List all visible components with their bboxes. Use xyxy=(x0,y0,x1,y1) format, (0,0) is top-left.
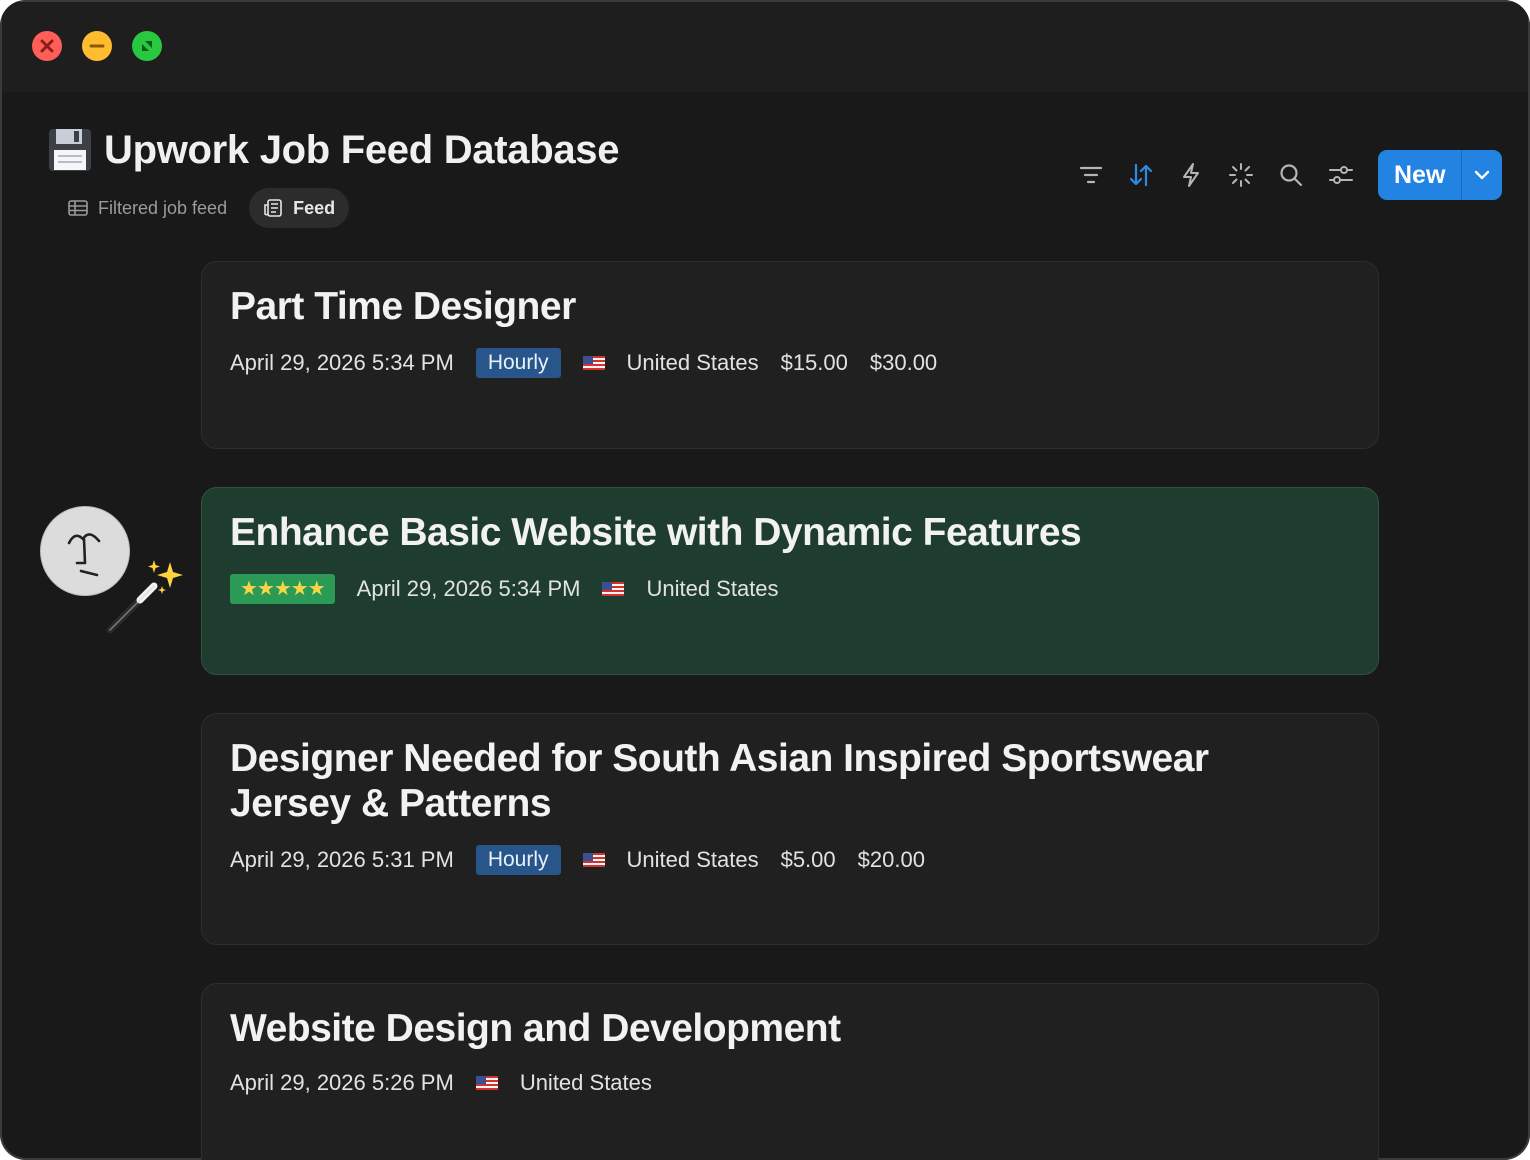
job-meta: April 29, 2026 5:31 PM Hourly United Sta… xyxy=(230,845,947,875)
floppy-disk-icon xyxy=(49,129,91,171)
job-date: April 29, 2026 5:31 PM xyxy=(230,847,454,872)
tab-filtered-job-feed[interactable]: Filtered job feed xyxy=(54,188,241,228)
ai-button[interactable] xyxy=(1216,150,1266,200)
job-rate-min: $5.00 xyxy=(780,847,836,872)
job-country: United States xyxy=(519,1070,652,1095)
app-window: Upwork Job Feed Database Filtered job fe… xyxy=(0,0,1530,1160)
minimize-window-button[interactable] xyxy=(82,31,112,61)
job-card[interactable]: Part Time Designer April 29, 2026 5:34 P… xyxy=(201,261,1379,449)
job-title: Designer Needed for South Asian Inspired… xyxy=(230,737,1209,825)
job-meta: April 29, 2026 5:34 PM Hourly United Sta… xyxy=(230,348,959,378)
us-flag-icon xyxy=(475,1076,498,1090)
job-card[interactable]: Enhance Basic Website with Dynamic Featu… xyxy=(201,487,1379,675)
fullscreen-icon xyxy=(142,41,152,51)
job-card[interactable]: Website Design and Development April 29,… xyxy=(201,983,1379,1160)
rating-badge: ★★★★★ xyxy=(230,574,335,604)
job-title: Part Time Designer xyxy=(230,285,576,328)
job-type-badge: Hourly xyxy=(475,845,561,875)
close-window-button[interactable] xyxy=(32,31,62,61)
job-country: United States xyxy=(626,350,759,375)
us-flag-icon xyxy=(582,853,605,867)
sort-button[interactable] xyxy=(1116,150,1166,200)
job-rate-max: $20.00 xyxy=(857,847,925,872)
filter-button[interactable] xyxy=(1066,150,1116,200)
title-bar xyxy=(2,2,1528,92)
view-toolbar: New xyxy=(1066,150,1503,200)
us-flag-icon xyxy=(602,582,625,596)
table-icon xyxy=(68,200,88,216)
search-button[interactable] xyxy=(1266,150,1316,200)
job-date: April 29, 2026 5:34 PM xyxy=(356,576,581,601)
page-header: Upwork Job Feed Database xyxy=(46,120,619,180)
new-button[interactable]: New xyxy=(1378,150,1463,200)
job-date: April 29, 2026 5:34 PM xyxy=(230,350,454,375)
automations-button[interactable] xyxy=(1166,150,1216,200)
job-type-badge: Hourly xyxy=(475,348,561,378)
sort-icon xyxy=(1129,163,1153,187)
page-title: Upwork Job Feed Database xyxy=(104,127,620,172)
close-icon xyxy=(40,39,54,53)
lightning-icon xyxy=(1183,163,1199,187)
job-title: Website Design and Development xyxy=(230,1007,841,1050)
view-settings-button[interactable] xyxy=(1316,150,1366,200)
job-meta: ★★★★★ April 29, 2026 5:34 PM United Stat… xyxy=(230,574,801,604)
job-title: Enhance Basic Website with Dynamic Featu… xyxy=(230,511,1082,554)
tab-feed[interactable]: Feed xyxy=(249,188,350,228)
us-flag-icon xyxy=(582,356,605,370)
job-country: United States xyxy=(626,847,759,872)
tab-label: Filtered job feed xyxy=(98,197,228,218)
view-tabs: Filtered job feed Feed xyxy=(54,188,350,228)
filter-icon xyxy=(1079,166,1103,184)
magic-wand-icon xyxy=(106,560,183,634)
new-button-group: New xyxy=(1378,150,1503,200)
feed-icon xyxy=(264,199,282,217)
sparkle-icon xyxy=(1229,163,1253,187)
sliders-icon xyxy=(1329,166,1353,184)
zoom-window-button[interactable] xyxy=(132,31,162,61)
new-dropdown-button[interactable] xyxy=(1462,150,1502,200)
job-card[interactable]: Designer Needed for South Asian Inspired… xyxy=(201,713,1379,945)
job-country: United States xyxy=(646,576,779,601)
job-rate-min: $15.00 xyxy=(780,350,848,375)
job-date: April 29, 2026 5:26 PM xyxy=(230,1070,454,1095)
search-icon xyxy=(1280,164,1303,187)
job-rate-max: $30.00 xyxy=(869,350,938,375)
job-meta: April 29, 2026 5:26 PM United States xyxy=(230,1070,674,1096)
tab-label: Feed xyxy=(293,197,336,218)
minimize-icon xyxy=(89,44,105,48)
chevron-down-icon xyxy=(1475,170,1490,180)
